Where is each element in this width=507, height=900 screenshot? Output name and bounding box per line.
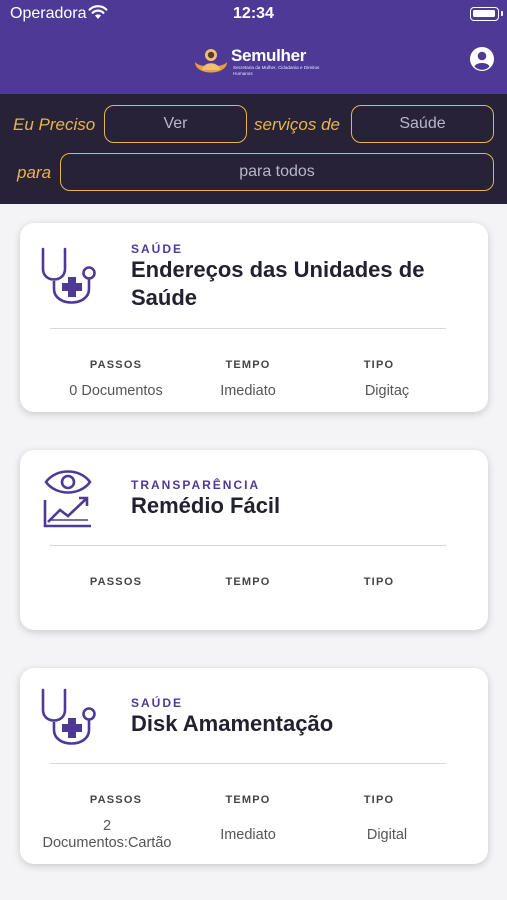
label-tipo: TIPO: [363, 794, 395, 806]
status-time: 12:34: [233, 5, 274, 22]
card-category: SAÚDE: [131, 696, 184, 710]
value-tipo: Digitaç: [364, 383, 410, 399]
semulher-logo: Semulher Secretaria da Mulher, Cidadania…: [193, 46, 323, 80]
card-category: SAÚDE: [131, 242, 184, 256]
label-para: para: [17, 163, 52, 182]
value-tempo: Imediato: [220, 383, 276, 399]
service-filter: Eu Preciso Ver serviços de Saúde para pa…: [0, 94, 507, 204]
status-bar: Operadora 12:34: [0, 0, 507, 30]
card-divider: [50, 763, 446, 764]
label-passos: PASSOS: [89, 576, 143, 588]
label-servicos-de: serviços de: [254, 115, 340, 134]
value-passos: 2 Documentos:Cartão: [42, 818, 172, 851]
action-select[interactable]: Ver: [104, 105, 247, 143]
card-divider: [50, 545, 446, 546]
eye-chart-icon: [43, 470, 92, 528]
label-tipo: TIPO: [363, 359, 395, 371]
card-divider: [50, 328, 446, 329]
value-tempo: Imediato: [220, 827, 276, 843]
stethoscope-plus-icon: [41, 247, 96, 304]
service-card[interactable]: SAÚDE Disk Amamentação PASSOS TEMPO TIPO…: [20, 668, 488, 864]
logo-emblem-icon: [195, 49, 227, 73]
label-tempo: TEMPO: [225, 576, 271, 588]
label-tipo: TIPO: [363, 576, 395, 588]
card-title: Endereços das Unidades de Saúde: [131, 257, 425, 310]
value-tipo: Digital: [366, 827, 408, 843]
label-tempo: TEMPO: [225, 359, 271, 371]
account-circle-icon[interactable]: [469, 46, 495, 72]
service-card[interactable]: TRANSPARÊNCIA Remédio Fácil PASSOS TEMPO…: [20, 450, 488, 630]
card-category: TRANSPARÊNCIA: [131, 478, 261, 492]
audience-select[interactable]: para todos: [60, 153, 494, 191]
card-title: Disk Amamentação: [131, 711, 334, 736]
logo-title: Semulher: [231, 46, 307, 65]
service-card[interactable]: SAÚDE Endereços das Unidades de Saúde PA…: [20, 223, 488, 412]
battery-icon: [470, 7, 503, 21]
card-title: Remédio Fácil: [131, 493, 281, 518]
logo-subtitle: Secretaria da Mulher, Cidadania e Direit…: [233, 65, 320, 76]
label-eu-preciso: Eu Preciso: [13, 115, 96, 134]
category-select[interactable]: Saúde: [351, 105, 494, 143]
app-header: Operadora 12:34 Semulher Secretaria da M…: [0, 0, 507, 94]
value-passos: 0 Documentos: [69, 383, 163, 399]
label-passos: PASSOS: [89, 359, 143, 371]
stethoscope-plus-icon: [41, 688, 96, 745]
label-tempo: TEMPO: [225, 794, 271, 806]
label-passos: PASSOS: [89, 794, 143, 806]
